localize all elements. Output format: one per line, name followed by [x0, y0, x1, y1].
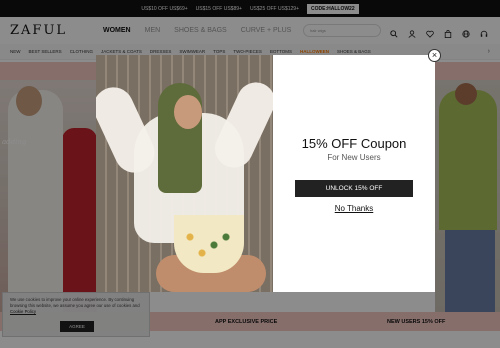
model-face: [174, 95, 202, 129]
coupon-modal: 15% OFF Coupon For New Users UNLOCK 15% …: [96, 49, 441, 292]
unlock-coupon-button[interactable]: UNLOCK 15% OFF: [295, 180, 413, 197]
close-icon[interactable]: ×: [428, 49, 441, 62]
no-thanks-link[interactable]: No Thanks: [273, 204, 435, 213]
modal-content: 15% OFF Coupon For New Users UNLOCK 15% …: [273, 55, 435, 292]
floral-print: [178, 225, 238, 265]
modal-photo: [96, 55, 273, 292]
coupon-headline: 15% OFF Coupon: [301, 136, 407, 151]
coupon-subheadline: For New Users: [327, 153, 381, 162]
